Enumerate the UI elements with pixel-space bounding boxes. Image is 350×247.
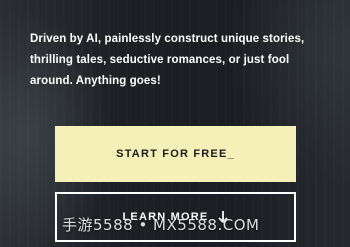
hero-tagline: Driven by AI, painlessly construct uniqu…: [30, 33, 305, 87]
arrow-down-icon: [218, 211, 229, 223]
learn-more-button[interactable]: LEARN MORE: [55, 192, 296, 242]
start-for-free-button[interactable]: START FOR FREE_: [55, 126, 296, 182]
learn-more-label: LEARN MORE: [122, 211, 209, 223]
start-for-free-label: START FOR FREE_: [116, 148, 235, 160]
